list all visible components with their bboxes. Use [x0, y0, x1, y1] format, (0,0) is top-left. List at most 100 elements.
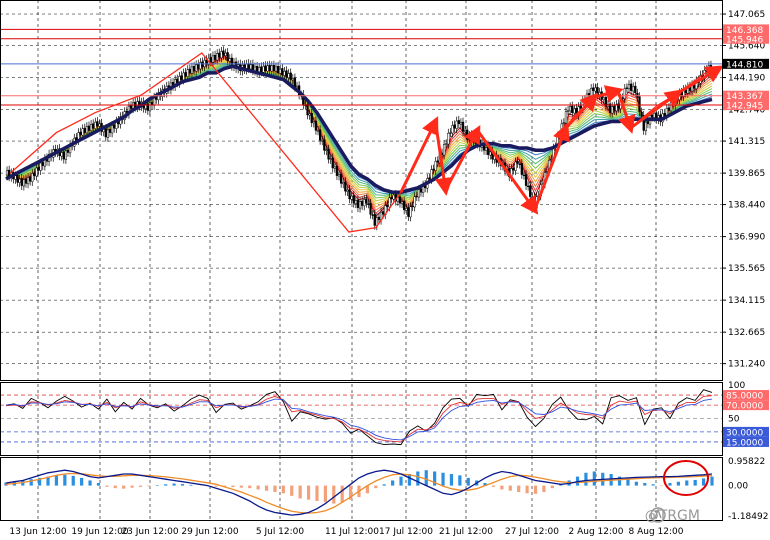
candle-up	[674, 97, 677, 106]
candle-down	[526, 185, 530, 188]
macd-hist-bar	[391, 480, 395, 486]
y-tick-label: 136.990	[728, 233, 765, 243]
macd-hist-bar	[180, 484, 185, 486]
osc-level-label: 70.0000	[726, 402, 763, 412]
panel-frame	[0, 382, 723, 456]
candle-down	[419, 188, 423, 193]
candle-up	[569, 106, 572, 112]
candle-up	[18, 178, 21, 183]
candle-up	[468, 135, 471, 140]
candle-down	[415, 195, 418, 198]
candle-down	[213, 54, 217, 60]
macd-hist-bar	[130, 485, 134, 488]
macd-hist-bar	[189, 484, 193, 486]
candle-down	[268, 64, 271, 71]
candle-down	[276, 66, 280, 74]
candle-down	[180, 75, 183, 80]
candle-down	[129, 105, 133, 109]
x-tick-label: 27 Jul 12:00	[505, 527, 559, 537]
candle-up	[312, 121, 315, 124]
macd-hist-bar	[264, 485, 269, 491]
macd-hist-bar	[382, 484, 386, 486]
candle-down	[264, 65, 267, 71]
macd-hist-bar	[80, 477, 84, 486]
candle-up	[489, 151, 492, 156]
candle-up	[106, 129, 110, 138]
candle-up	[644, 121, 647, 132]
candle-up	[89, 124, 93, 132]
macd-hist-bar	[466, 477, 470, 486]
candle-up	[623, 88, 626, 100]
candle-down	[356, 199, 360, 208]
candle-up	[449, 132, 452, 134]
candle-down	[20, 178, 23, 186]
macd-panel	[4, 460, 714, 516]
macd-hist-bar	[231, 485, 235, 488]
macd-hist-bar	[441, 472, 445, 486]
candle-up	[669, 102, 673, 112]
candle-up	[566, 110, 570, 112]
macd-hist-bar	[315, 485, 319, 501]
candle-down	[184, 72, 187, 77]
candle-up	[434, 161, 437, 171]
candle-down	[371, 214, 374, 216]
candle-down	[453, 124, 456, 129]
y-tick-label: 138.440	[728, 201, 765, 211]
candle-up	[573, 108, 576, 114]
candle-up	[388, 197, 391, 208]
macd-y-tick-label: 0.00	[728, 482, 748, 492]
macd-hist-bar	[340, 485, 344, 503]
candle-up	[31, 173, 34, 182]
y-tick-label: 135.565	[728, 264, 765, 274]
candle-down	[16, 174, 19, 183]
candle-down	[398, 196, 402, 204]
y-tick-label: 131.240	[728, 360, 765, 370]
y-tick-label: 141.315	[728, 137, 765, 147]
candle-down	[104, 128, 107, 138]
candle-down	[306, 104, 309, 116]
macd-hist-bar	[424, 470, 428, 486]
candle-up	[81, 128, 84, 136]
y-tick-label: 144.190	[728, 74, 765, 84]
candle-up	[430, 169, 433, 180]
candle-up	[400, 201, 404, 204]
candle-down	[676, 96, 679, 100]
candle-down	[583, 99, 587, 102]
candle-up	[148, 102, 152, 112]
macd-hist-bar	[533, 485, 538, 494]
candle-down	[113, 124, 116, 129]
candle-up	[249, 64, 252, 70]
candle-up	[274, 66, 278, 72]
candle-down	[365, 198, 368, 204]
x-tick-label: 17 Jul 12:00	[379, 527, 433, 537]
macd-hist-bar	[306, 485, 311, 500]
candle-up	[266, 65, 269, 72]
candle-down	[318, 129, 322, 141]
macd-hist-bar	[256, 485, 260, 490]
candle-down	[192, 66, 196, 71]
macd-hist-bar	[88, 480, 92, 486]
macd-hist-bar	[172, 483, 176, 486]
candle-up	[270, 65, 273, 72]
candle-up	[85, 126, 89, 134]
osc-y-tick-label: 100	[728, 381, 745, 391]
macd-hist-bar	[626, 479, 630, 486]
candle-down	[361, 200, 364, 206]
osc-black-line	[5, 389, 713, 446]
candle-down	[150, 101, 154, 106]
candle-down	[62, 151, 65, 160]
oscillator-panel	[0, 389, 722, 446]
macd-hist-bar	[138, 485, 143, 487]
candle-down	[629, 83, 633, 91]
osc-level-label: 85.0000	[726, 392, 763, 402]
candle-up	[342, 182, 345, 185]
candle-down	[596, 87, 599, 96]
axes: 13 Jun 12:00 19 Jun 12:0023 Jun 12:00 29 J…	[0, 0, 768, 537]
macd-hist-bar	[281, 485, 285, 494]
candle-up	[333, 166, 336, 169]
candle-down	[66, 149, 70, 153]
macd-hist-bar	[508, 485, 512, 491]
candle-down	[377, 216, 381, 221]
candle-up	[653, 113, 656, 118]
x-tick-label: 19 Jun 12:00	[71, 527, 128, 537]
